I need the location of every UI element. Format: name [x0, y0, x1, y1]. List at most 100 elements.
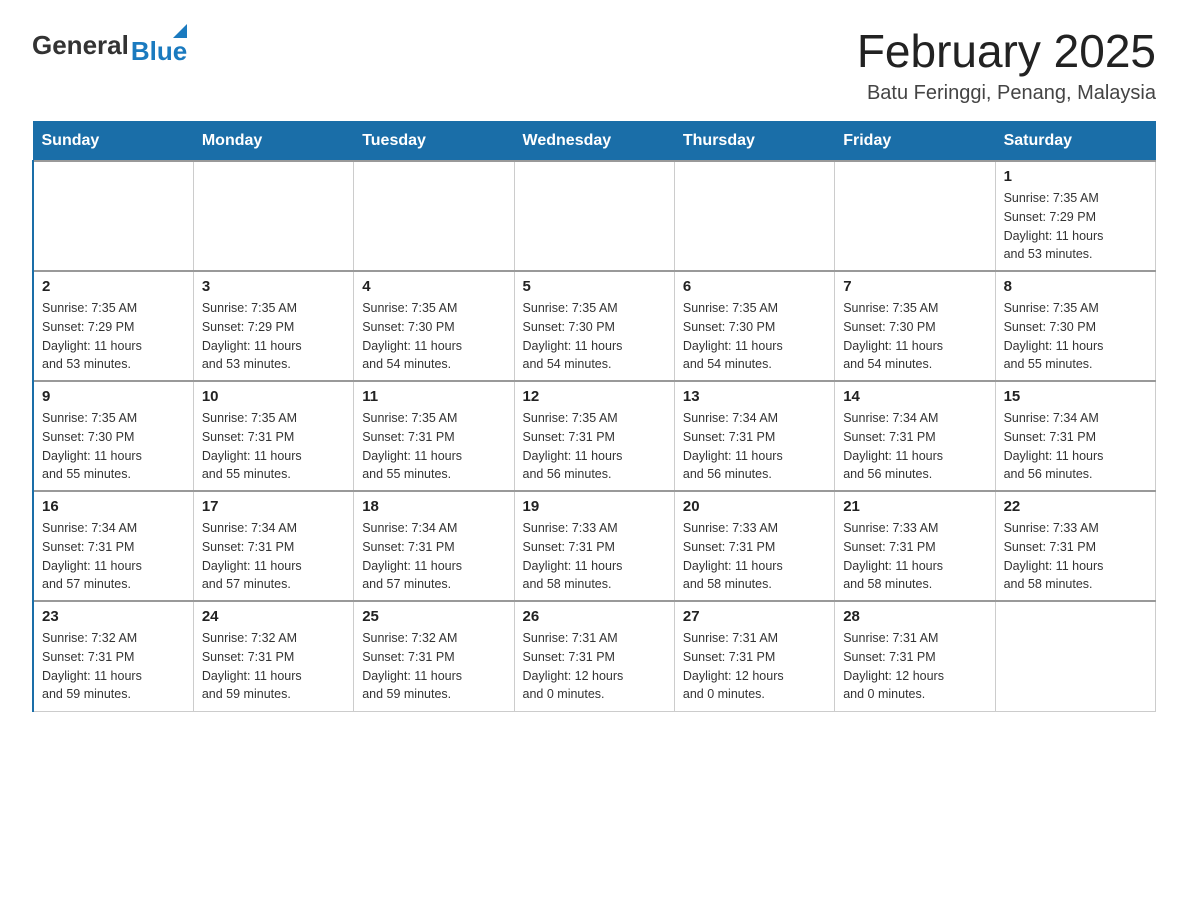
day-info: Sunrise: 7:35 AMSunset: 7:29 PMDaylight:… — [42, 299, 185, 374]
day-info: Sunrise: 7:35 AMSunset: 7:30 PMDaylight:… — [843, 299, 986, 374]
day-number: 4 — [362, 278, 505, 295]
calendar-cell: 1 Sunrise: 7:35 AMSunset: 7:29 PMDaylight… — [995, 161, 1155, 271]
day-number: 8 — [1004, 278, 1147, 295]
calendar-cell — [995, 601, 1155, 711]
day-info: Sunrise: 7:34 AMSunset: 7:31 PMDaylight:… — [1004, 409, 1147, 484]
weekday-header-sunday: Sunday — [33, 122, 193, 162]
week-row-3: 9Sunrise: 7:35 AMSunset: 7:30 PMDaylight… — [33, 381, 1156, 491]
day-number: 1 — [1004, 168, 1147, 185]
day-number: 17 — [202, 498, 345, 515]
calendar-cell: 4 Sunrise: 7:35 AMSunset: 7:30 PMDaylight… — [354, 271, 514, 381]
header-area: General Blue February 2025 Batu Feringgi… — [32, 24, 1156, 105]
day-info: Sunrise: 7:31 AMSunset: 7:31 PMDaylight:… — [683, 629, 826, 704]
weekday-header-row: SundayMondayTuesdayWednesdayThursdayFrid… — [33, 122, 1156, 162]
calendar-cell: 22 Sunrise: 7:33 AMSunset: 7:31 PMDayligh… — [995, 491, 1155, 601]
week-row-2: 2 Sunrise: 7:35 AMSunset: 7:29 PMDaylight… — [33, 271, 1156, 381]
calendar-table: SundayMondayTuesdayWednesdayThursdayFrid… — [32, 121, 1156, 712]
calendar-cell: 7 Sunrise: 7:35 AMSunset: 7:30 PMDaylight… — [835, 271, 995, 381]
day-number: 25 — [362, 608, 505, 625]
week-row-1: 1 Sunrise: 7:35 AMSunset: 7:29 PMDaylight… — [33, 161, 1156, 271]
calendar-cell: 19 Sunrise: 7:33 AMSunset: 7:31 PMDayligh… — [514, 491, 674, 601]
day-info: Sunrise: 7:35 AMSunset: 7:30 PMDaylight:… — [362, 299, 505, 374]
weekday-header-saturday: Saturday — [995, 122, 1155, 162]
calendar-cell: 21 Sunrise: 7:33 AMSunset: 7:31 PMDayligh… — [835, 491, 995, 601]
calendar-cell: 5 Sunrise: 7:35 AMSunset: 7:30 PMDaylight… — [514, 271, 674, 381]
day-info: Sunrise: 7:33 AMSunset: 7:31 PMDaylight:… — [1004, 519, 1147, 594]
weekday-header-tuesday: Tuesday — [354, 122, 514, 162]
day-number: 18 — [362, 498, 505, 515]
day-info: Sunrise: 7:34 AMSunset: 7:31 PMDaylight:… — [362, 519, 505, 594]
day-info: Sunrise: 7:31 AMSunset: 7:31 PMDaylight:… — [523, 629, 666, 704]
calendar-cell — [674, 161, 834, 271]
calendar-cell — [835, 161, 995, 271]
day-info: Sunrise: 7:34 AMSunset: 7:31 PMDaylight:… — [42, 519, 185, 594]
calendar-cell: 23 Sunrise: 7:32 AMSunset: 7:31 PMDayligh… — [33, 601, 193, 711]
day-info: Sunrise: 7:35 AMSunset: 7:30 PMDaylight:… — [1004, 299, 1147, 374]
day-info: Sunrise: 7:33 AMSunset: 7:31 PMDaylight:… — [523, 519, 666, 594]
calendar-cell: 27 Sunrise: 7:31 AMSunset: 7:31 PMDayligh… — [674, 601, 834, 711]
calendar-cell: 26Sunrise: 7:31 AMSunset: 7:31 PMDayligh… — [514, 601, 674, 711]
day-info: Sunrise: 7:35 AMSunset: 7:29 PMDaylight:… — [202, 299, 345, 374]
logo-blue-part: Blue — [131, 24, 187, 67]
day-info: Sunrise: 7:33 AMSunset: 7:31 PMDaylight:… — [683, 519, 826, 594]
day-number: 22 — [1004, 498, 1147, 515]
day-number: 15 — [1004, 388, 1147, 405]
day-number: 13 — [683, 388, 826, 405]
day-info: Sunrise: 7:32 AMSunset: 7:31 PMDaylight:… — [202, 629, 345, 704]
calendar-cell: 25 Sunrise: 7:32 AMSunset: 7:31 PMDayligh… — [354, 601, 514, 711]
calendar-cell: 8 Sunrise: 7:35 AMSunset: 7:30 PMDaylight… — [995, 271, 1155, 381]
weekday-header-thursday: Thursday — [674, 122, 834, 162]
day-info: Sunrise: 7:34 AMSunset: 7:31 PMDaylight:… — [202, 519, 345, 594]
day-number: 11 — [362, 388, 505, 405]
calendar-cell: 9Sunrise: 7:35 AMSunset: 7:30 PMDaylight… — [33, 381, 193, 491]
day-number: 20 — [683, 498, 826, 515]
calendar-cell: 17 Sunrise: 7:34 AMSunset: 7:31 PMDayligh… — [193, 491, 353, 601]
calendar-cell: 6Sunrise: 7:35 AMSunset: 7:30 PMDaylight… — [674, 271, 834, 381]
day-number: 21 — [843, 498, 986, 515]
calendar-cell: 28Sunrise: 7:31 AMSunset: 7:31 PMDayligh… — [835, 601, 995, 711]
calendar-body: 1 Sunrise: 7:35 AMSunset: 7:29 PMDaylight… — [33, 161, 1156, 711]
day-info: Sunrise: 7:34 AMSunset: 7:31 PMDaylight:… — [683, 409, 826, 484]
day-number: 19 — [523, 498, 666, 515]
calendar-cell — [193, 161, 353, 271]
calendar-cell: 24 Sunrise: 7:32 AMSunset: 7:31 PMDayligh… — [193, 601, 353, 711]
day-number: 28 — [843, 608, 986, 625]
calendar-cell: 20 Sunrise: 7:33 AMSunset: 7:31 PMDayligh… — [674, 491, 834, 601]
day-info: Sunrise: 7:35 AMSunset: 7:31 PMDaylight:… — [362, 409, 505, 484]
calendar-cell — [354, 161, 514, 271]
day-info: Sunrise: 7:35 AMSunset: 7:30 PMDaylight:… — [42, 409, 185, 484]
logo-general-text: General — [32, 30, 129, 61]
day-info: Sunrise: 7:35 AMSunset: 7:30 PMDaylight:… — [523, 299, 666, 374]
calendar-cell: 14 Sunrise: 7:34 AMSunset: 7:31 PMDayligh… — [835, 381, 995, 491]
title-area: February 2025 Batu Feringgi, Penang, Mal… — [857, 24, 1156, 105]
weekday-header-friday: Friday — [835, 122, 995, 162]
day-number: 14 — [843, 388, 986, 405]
calendar-cell: 2 Sunrise: 7:35 AMSunset: 7:29 PMDaylight… — [33, 271, 193, 381]
day-number: 6 — [683, 278, 826, 295]
day-number: 5 — [523, 278, 666, 295]
main-title: February 2025 — [857, 24, 1156, 78]
day-number: 23 — [42, 608, 185, 625]
weekday-header-monday: Monday — [193, 122, 353, 162]
day-info: Sunrise: 7:33 AMSunset: 7:31 PMDaylight:… — [843, 519, 986, 594]
day-info: Sunrise: 7:34 AMSunset: 7:31 PMDaylight:… — [843, 409, 986, 484]
logo-blue-text: Blue — [131, 36, 187, 67]
calendar-cell: 16 Sunrise: 7:34 AMSunset: 7:31 PMDayligh… — [33, 491, 193, 601]
weekday-header-wednesday: Wednesday — [514, 122, 674, 162]
day-number: 24 — [202, 608, 345, 625]
day-number: 27 — [683, 608, 826, 625]
calendar-cell — [514, 161, 674, 271]
day-number: 16 — [42, 498, 185, 515]
calendar-cell: 12Sunrise: 7:35 AMSunset: 7:31 PMDayligh… — [514, 381, 674, 491]
day-number: 3 — [202, 278, 345, 295]
week-row-5: 23 Sunrise: 7:32 AMSunset: 7:31 PMDayligh… — [33, 601, 1156, 711]
calendar-header: SundayMondayTuesdayWednesdayThursdayFrid… — [33, 122, 1156, 162]
calendar-cell: 11 Sunrise: 7:35 AMSunset: 7:31 PMDayligh… — [354, 381, 514, 491]
day-number: 2 — [42, 278, 185, 295]
day-info: Sunrise: 7:35 AMSunset: 7:29 PMDaylight:… — [1004, 189, 1147, 264]
day-info: Sunrise: 7:35 AMSunset: 7:31 PMDaylight:… — [523, 409, 666, 484]
day-number: 10 — [202, 388, 345, 405]
day-number: 7 — [843, 278, 986, 295]
day-info: Sunrise: 7:32 AMSunset: 7:31 PMDaylight:… — [362, 629, 505, 704]
day-info: Sunrise: 7:32 AMSunset: 7:31 PMDaylight:… — [42, 629, 185, 704]
